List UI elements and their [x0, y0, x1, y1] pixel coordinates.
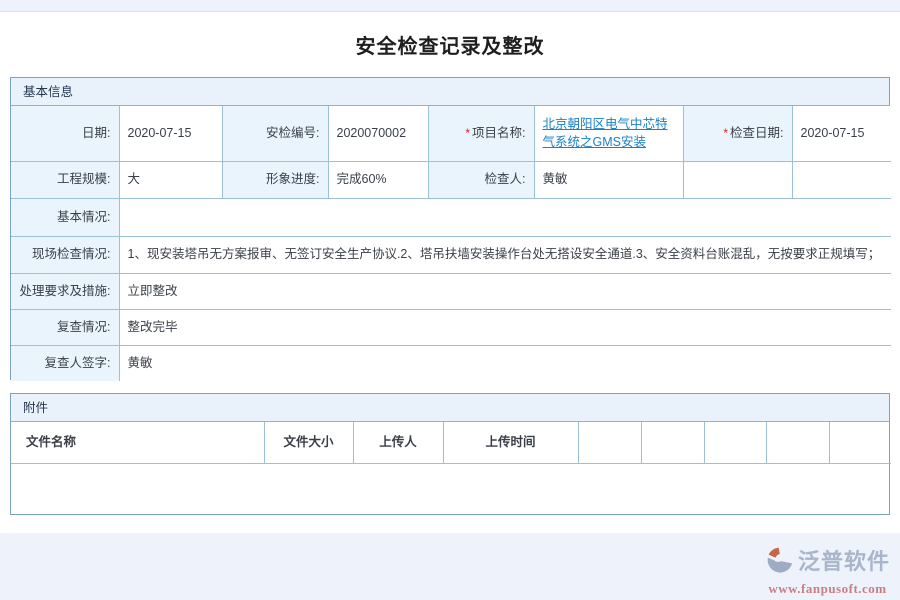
basic-situation-value: [119, 198, 891, 236]
basic-info-table: 日期: 2020-07-15 安检编号: 2020070002 *项目名称: 北…: [11, 106, 891, 381]
review-label: 复查情况:: [11, 309, 119, 345]
project-name-link[interactable]: 北京朝阳区电气中芯特气系统之GMS安装: [543, 117, 668, 150]
footer: 泛普软件 www.fanpusoft.com: [0, 533, 900, 600]
progress-label: 形象进度:: [222, 161, 328, 198]
project-name-label-text: 项目名称:: [472, 126, 525, 140]
date-value: 2020-07-15: [119, 106, 222, 161]
attachments-section-header: 附件: [11, 394, 889, 422]
project-name-cell: 北京朝阳区电气中芯特气系统之GMS安装: [534, 106, 683, 161]
inspector-label: 检查人:: [428, 161, 534, 198]
inspector-value: 黄敏: [534, 161, 683, 198]
col-uploader: 上传人: [353, 422, 443, 463]
attachments-header-row: 文件名称 文件大小 上传人 上传时间: [11, 422, 891, 463]
site-check-label: 现场检查情况:: [11, 236, 119, 273]
table-row: 日期: 2020-07-15 安检编号: 2020070002 *项目名称: 北…: [11, 106, 891, 161]
review-sign-value: 黄敏: [119, 345, 891, 381]
review-sign-label: 复查人签字:: [11, 345, 119, 381]
fanpu-logo-icon: [765, 545, 795, 580]
empty-cell: [641, 422, 704, 463]
table-row: 处理要求及措施: 立即整改: [11, 273, 891, 309]
check-date-label: *检查日期:: [683, 106, 792, 161]
attachments-panel: 附件 文件名称 文件大小 上传人 上传时间: [10, 393, 890, 515]
col-file-size: 文件大小: [264, 422, 353, 463]
table-row: 复查人签字: 黄敏: [11, 345, 891, 381]
attachments-empty-row: [11, 463, 891, 512]
required-marker: *: [723, 126, 728, 140]
empty-cell: [829, 422, 891, 463]
empty-body-cell: [11, 463, 891, 512]
check-date-value: 2020-07-15: [792, 106, 891, 161]
col-upload-time: 上传时间: [443, 422, 578, 463]
basic-info-panel: 基本信息 日期: 2020-07-15 安检编号: 2020070002 *项目…: [10, 77, 890, 380]
date-label: 日期:: [11, 106, 119, 161]
page-title: 安全检查记录及整改: [0, 30, 900, 59]
empty-cell: [683, 161, 792, 198]
attachments-table: 文件名称 文件大小 上传人 上传时间: [11, 422, 891, 512]
col-file-name: 文件名称: [11, 422, 264, 463]
scale-label: 工程规模:: [11, 161, 119, 198]
inspection-no-label: 安检编号:: [222, 106, 328, 161]
project-name-label: *项目名称:: [428, 106, 534, 161]
table-row: 工程规模: 大 形象进度: 完成60% 检查人: 黄敏: [11, 161, 891, 198]
empty-cell: [766, 422, 829, 463]
basic-situation-label: 基本情况:: [11, 198, 119, 236]
table-row: 现场检查情况: 1、现安装塔吊无方案报审、无签订安全生产协议.2、塔吊扶墙安装操…: [11, 236, 891, 273]
progress-value: 完成60%: [328, 161, 428, 198]
top-bar: [0, 0, 900, 12]
empty-cell: [792, 161, 891, 198]
required-marker: *: [465, 126, 470, 140]
table-row: 基本情况:: [11, 198, 891, 236]
brand-website: www.fanpusoft.com: [765, 581, 890, 597]
table-row: 复查情况: 整改完毕: [11, 309, 891, 345]
measures-value: 立即整改: [119, 273, 891, 309]
empty-cell: [578, 422, 641, 463]
basic-info-section-header: 基本信息: [11, 78, 889, 106]
measures-label: 处理要求及措施:: [11, 273, 119, 309]
empty-cell: [704, 422, 766, 463]
site-check-value: 1、现安装塔吊无方案报审、无签订安全生产协议.2、塔吊扶墙安装操作台处无搭设安全…: [119, 236, 891, 273]
inspection-no-value: 2020070002: [328, 106, 428, 161]
check-date-label-text: 检查日期:: [730, 126, 783, 140]
scale-value: 大: [119, 161, 222, 198]
review-value: 整改完毕: [119, 309, 891, 345]
brand-name: 泛普软件: [798, 550, 890, 574]
fanpu-logo[interactable]: 泛普软件 www.fanpusoft.com: [765, 545, 890, 597]
